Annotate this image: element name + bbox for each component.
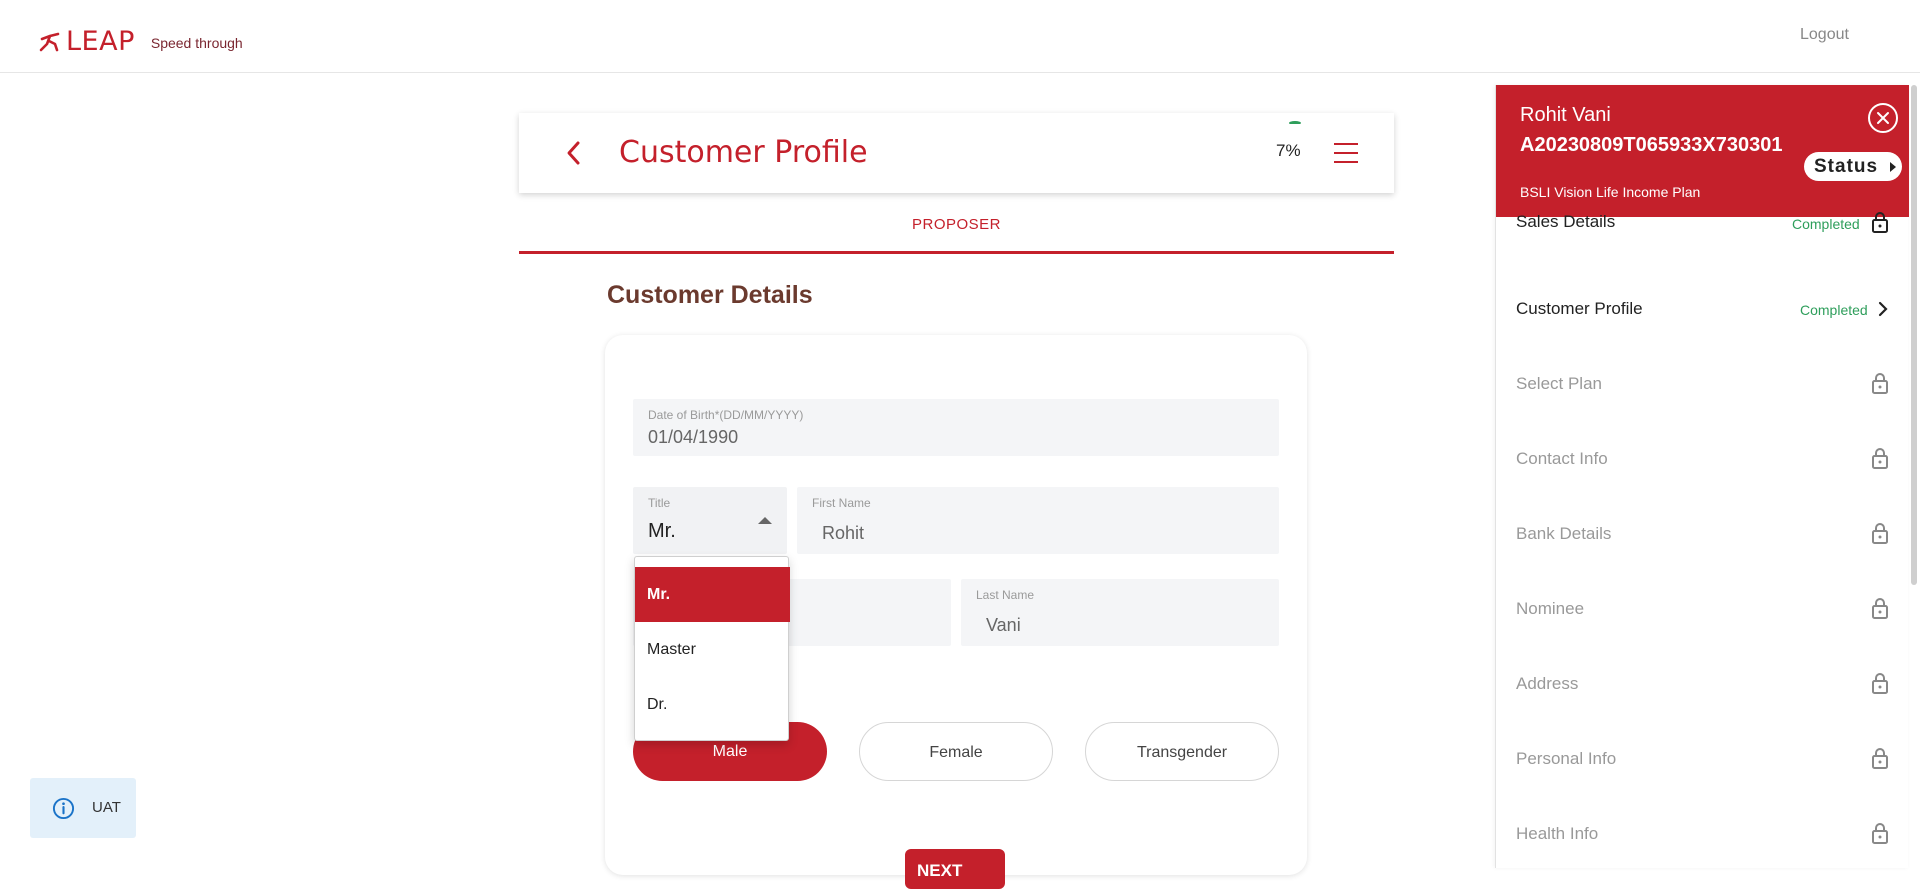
dob-field[interactable]: Date of Birth*(DD/MM/YYYY) 01/04/1990	[633, 399, 1279, 456]
lock-icon	[1870, 747, 1890, 774]
step-address[interactable]: Address	[1496, 648, 1909, 723]
title-label: Title	[648, 496, 671, 510]
step-label: Health Info	[1516, 824, 1599, 843]
back-arrow-icon[interactable]	[559, 138, 589, 168]
page-header: Customer Profile 7%	[519, 113, 1394, 193]
dob-label: Date of Birth*(DD/MM/YYYY)	[648, 408, 804, 422]
step-label: Select Plan	[1516, 374, 1602, 393]
title-dropdown: Mr. Master Dr.	[634, 556, 790, 741]
step-personal-info[interactable]: Personal Info	[1496, 723, 1909, 798]
title-value: Mr.	[648, 520, 676, 542]
last-name-value: Vani	[986, 615, 1021, 635]
first-name-label: First Name	[812, 496, 871, 510]
step-health-info[interactable]: Health Info	[1496, 798, 1909, 873]
last-name-label: Last Name	[976, 588, 1035, 602]
page-title: Customer Profile	[619, 135, 868, 170]
progress-arc	[1289, 121, 1301, 125]
dropdown-option-dr[interactable]: Dr.	[635, 677, 790, 732]
tagline: Speed through	[150, 34, 243, 51]
lock-icon	[1870, 372, 1890, 399]
status-button[interactable]: Status	[1804, 152, 1902, 181]
dropdown-option-mr[interactable]: Mr.	[635, 567, 790, 622]
step-label: Contact Info	[1516, 449, 1608, 468]
step-label: Sales Details	[1516, 212, 1616, 231]
gender-transgender-button[interactable]: Transgender	[1085, 722, 1279, 781]
next-button[interactable]: NEXT	[905, 849, 1005, 889]
step-customer-profile[interactable]: Customer Profile Completed	[1496, 273, 1909, 348]
lock-icon	[1870, 672, 1890, 699]
customer-name: Rohit Vani	[1520, 104, 1611, 126]
first-name-field[interactable]: First Name Rohit	[797, 487, 1279, 554]
chevron-right-icon	[1876, 300, 1890, 323]
info-icon	[52, 797, 75, 820]
lock-icon	[1870, 522, 1890, 549]
step-status: Completed	[1792, 216, 1860, 232]
env-label: UAT	[92, 799, 121, 816]
first-name-value: Rohit	[822, 523, 865, 543]
lock-icon	[1870, 822, 1890, 849]
logout-link[interactable]: Logout	[1800, 26, 1849, 44]
step-label: Personal Info	[1516, 749, 1617, 768]
step-bank-details[interactable]: Bank Details	[1496, 498, 1909, 573]
env-badge[interactable]: UAT	[30, 778, 136, 838]
step-label: Customer Profile	[1516, 299, 1643, 318]
lock-icon	[1870, 447, 1890, 474]
step-sales-details[interactable]: Sales Details Completed	[1496, 198, 1909, 273]
step-contact-info[interactable]: Contact Info	[1496, 423, 1909, 498]
step-label: Bank Details	[1516, 524, 1612, 543]
tab-proposer[interactable]: PROPOSER	[519, 214, 1394, 254]
step-label: Nominee	[1516, 599, 1585, 618]
side-panel-scrollbar[interactable]	[1911, 85, 1917, 585]
status-label: Status	[1814, 156, 1879, 177]
play-arrow-icon	[1890, 162, 1896, 172]
section-title: Customer Details	[607, 281, 813, 309]
hamburger-menu-icon[interactable]	[1334, 143, 1358, 163]
caret-up-icon	[758, 517, 772, 524]
step-select-plan[interactable]: Select Plan	[1496, 348, 1909, 423]
title-select[interactable]: Title Mr.	[633, 487, 787, 554]
step-nominee[interactable]: Nominee	[1496, 573, 1909, 648]
progress-percent: 7%	[1276, 141, 1301, 160]
step-status: Completed	[1800, 302, 1868, 318]
gender-female-button[interactable]: Female	[859, 722, 1053, 781]
lock-icon	[1870, 211, 1890, 238]
top-bar: LEAP Speed through Logout	[0, 0, 1920, 73]
logo[interactable]: LEAP Speed through	[38, 26, 243, 57]
lock-icon	[1870, 597, 1890, 624]
close-panel-icon[interactable]	[1868, 103, 1898, 133]
application-id: A20230809T065933X730301	[1520, 134, 1783, 156]
dropdown-option-master[interactable]: Master	[635, 622, 790, 677]
step-label: Address	[1516, 674, 1579, 693]
last-name-field[interactable]: Last Name Vani	[961, 579, 1279, 646]
dob-value: 01/04/1990	[648, 427, 739, 447]
runner-logo-icon	[39, 32, 60, 51]
application-side-panel: Rohit Vani A20230809T065933X730301 BSLI …	[1495, 85, 1909, 868]
logo-text: LEAP	[66, 26, 135, 57]
tab-label: PROPOSER	[911, 216, 1002, 233]
